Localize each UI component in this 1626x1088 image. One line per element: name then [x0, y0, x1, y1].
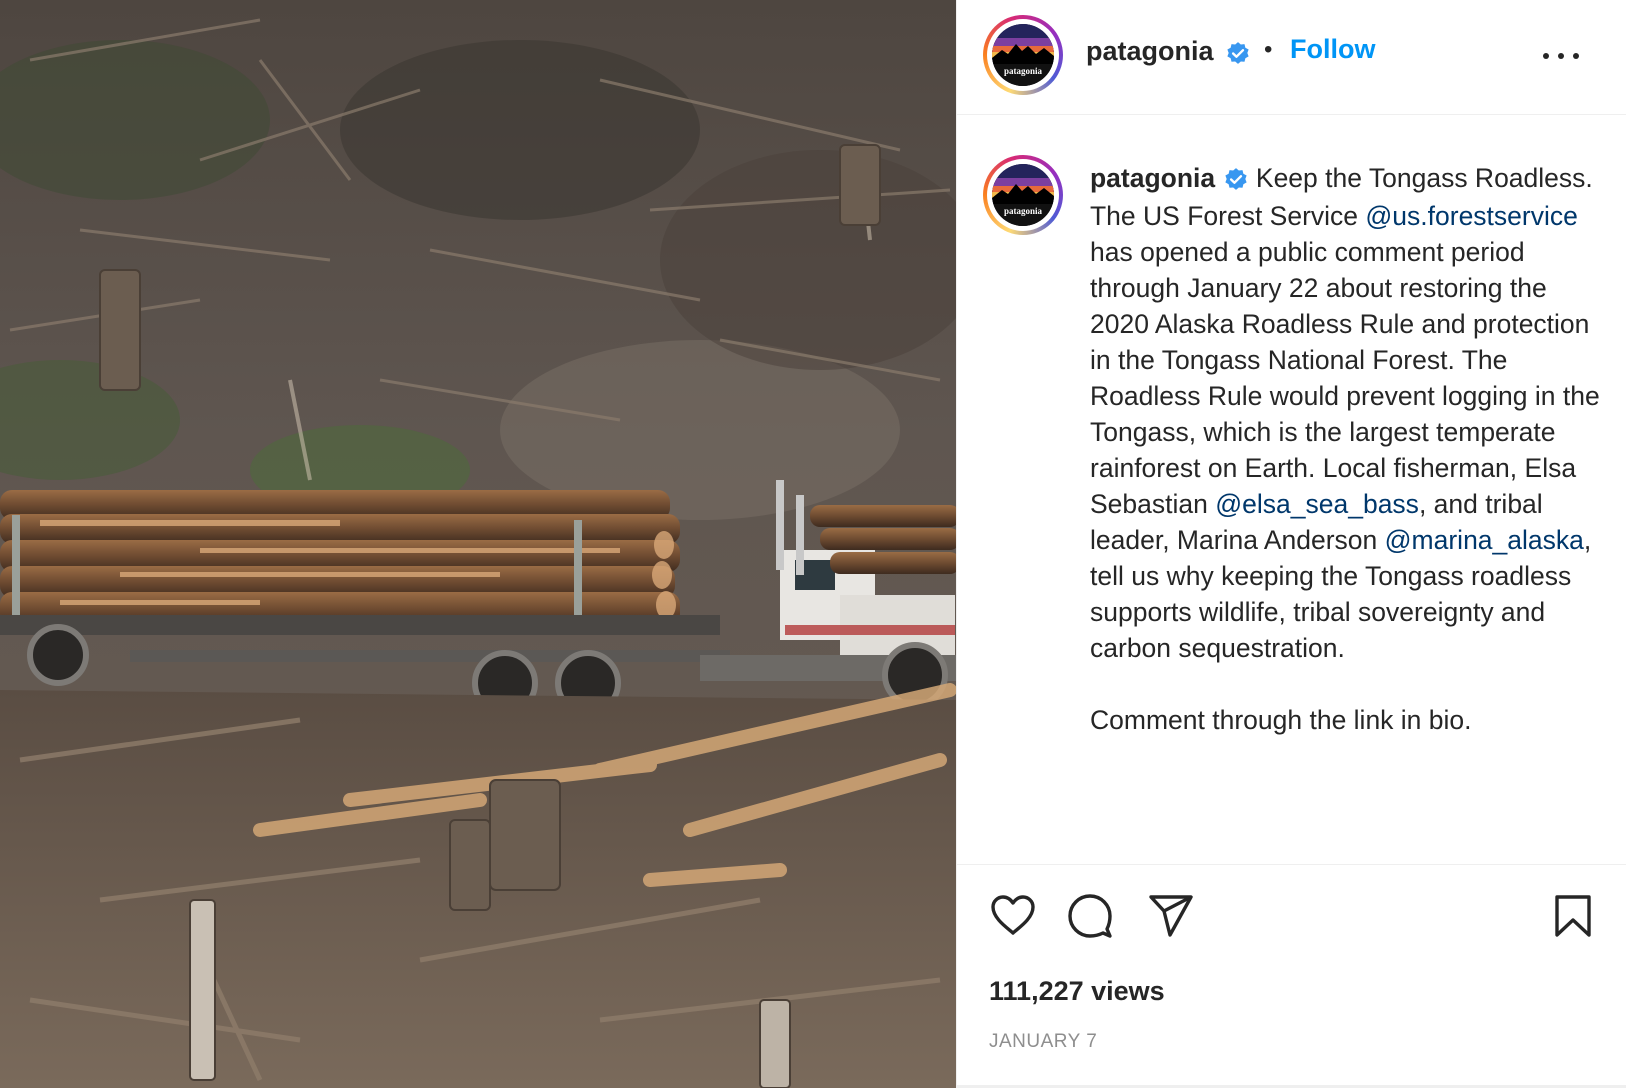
post-header: patagonia patagonia • Follow — [957, 0, 1626, 115]
mention-link[interactable]: @elsa_sea_bass — [1215, 489, 1419, 519]
verified-icon — [1225, 41, 1251, 72]
caption-area: patagonia patagonia Keep the Tongass Roa… — [957, 116, 1626, 864]
more-icon[interactable] — [1543, 50, 1583, 62]
caption-avatar[interactable]: patagonia — [983, 155, 1063, 235]
account-username[interactable]: patagonia — [1086, 36, 1214, 67]
caption-username[interactable]: patagonia — [1090, 163, 1215, 193]
caption-paragraph: patagonia Keep the Tongass Roadless. The… — [1090, 160, 1605, 666]
svg-text:patagonia: patagonia — [1004, 66, 1043, 76]
caption-paragraph-2: Comment through the link in bio. — [1090, 705, 1472, 735]
separator-dot: • — [1264, 36, 1273, 63]
follow-button[interactable]: Follow — [1290, 34, 1375, 65]
divider — [957, 864, 1626, 865]
heart-icon[interactable] — [989, 893, 1037, 942]
view-count[interactable]: 111,227 views — [989, 976, 1165, 1007]
svg-text:patagonia: patagonia — [1004, 206, 1043, 216]
mention-link[interactable]: @marina_alaska — [1385, 525, 1584, 555]
post-date[interactable]: JANUARY 7 — [989, 1031, 1097, 1053]
logging-scene-illustration — [0, 0, 956, 1088]
share-icon[interactable] — [1148, 894, 1194, 943]
mention-link[interactable]: @us.forestservice — [1365, 201, 1577, 231]
avatar[interactable]: patagonia — [983, 15, 1063, 95]
patagonia-logo: patagonia — [992, 24, 1054, 86]
post-image[interactable] — [0, 0, 956, 1088]
post-side-panel: patagonia patagonia • Follow patagonia p… — [956, 0, 1626, 1088]
patagonia-logo: patagonia — [992, 164, 1054, 226]
caption-text: patagonia Keep the Tongass Roadless. The… — [1090, 160, 1605, 738]
caption-text-2: has opened a public comment period throu… — [1090, 237, 1600, 519]
verified-icon — [1223, 162, 1249, 198]
comment-icon[interactable] — [1067, 893, 1113, 944]
bookmark-icon[interactable] — [1554, 894, 1592, 943]
